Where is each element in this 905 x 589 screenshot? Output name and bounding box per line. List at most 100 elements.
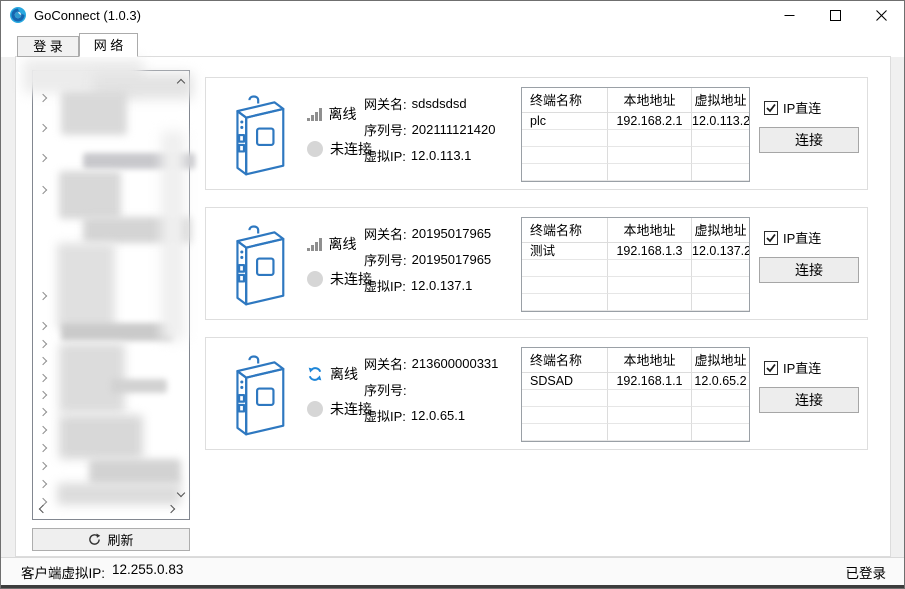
chevron-down-icon: [177, 489, 185, 497]
table-row[interactable]: plc 192.168.2.1 12.0.113.2: [522, 113, 749, 130]
redacted-blob: [61, 91, 127, 135]
table-row-empty: [522, 424, 749, 441]
redacted-blob: [89, 459, 181, 485]
connection-state-icon: [307, 141, 323, 157]
serial-value: 20195017965: [412, 252, 492, 267]
tree-expand-icon[interactable]: [39, 292, 47, 300]
col-terminal-name: 终端名称: [522, 218, 608, 243]
redacted-blob: [161, 131, 185, 341]
status-label: 离线: [330, 364, 358, 384]
tree-expand-icon[interactable]: [39, 426, 47, 434]
tab-network[interactable]: 网 络: [79, 33, 138, 57]
cell-virtual-address: 12.0.65.2: [692, 373, 749, 390]
virtual-ip-label: 虚拟IP:: [364, 146, 406, 165]
gateway-device-icon: [220, 349, 292, 439]
table-row-empty: [522, 407, 749, 424]
table-row[interactable]: 测试 192.168.1.3 12.0.137.2: [522, 243, 749, 260]
close-icon: [876, 10, 887, 21]
gateway-name-label: 网关名:: [364, 94, 407, 113]
tree-expand-icon[interactable]: [39, 480, 47, 488]
virtual-ip-value: 12.0.65.1: [411, 408, 465, 423]
checkbox-checked-icon: [764, 231, 778, 245]
scroll-right-arrow[interactable]: [165, 503, 177, 515]
cell-terminal-name: SDSAD: [522, 373, 608, 390]
redacted-blob: [59, 343, 125, 413]
cell-local-address: 192.168.1.3: [608, 243, 692, 260]
table-row-empty: [522, 130, 749, 147]
gateway-tree[interactable]: [32, 70, 190, 520]
gateway-info: 网关名:20195017965 序列号:20195017965 虚拟IP:12.…: [364, 220, 491, 298]
gateway-card: 离线 未连接 网关名:213600000331 序列号: 虚拟IP:12.0.6…: [205, 337, 868, 450]
status-label: 离线: [329, 234, 357, 254]
tree-expand-icon[interactable]: [39, 391, 47, 399]
scroll-left-arrow[interactable]: [37, 503, 49, 515]
tree-expand-icon[interactable]: [39, 186, 47, 194]
gateway-card: 离线 未连接 网关名:sdsdsdsd 序列号:202111121420 虚拟I…: [205, 77, 868, 190]
connect-button[interactable]: 连接: [759, 257, 859, 283]
ip-direct-checkbox[interactable]: IP直连: [764, 358, 821, 377]
app-window: GoConnect (1.0.3) 登 录 网 络: [0, 0, 905, 589]
scroll-down-arrow[interactable]: [175, 487, 187, 499]
minimize-button[interactable]: [766, 1, 812, 29]
table-row-empty: [522, 260, 749, 277]
statusbar: 客户端虚拟IP: 12.255.0.83 已登录: [1, 557, 904, 585]
terminal-table: 终端名称 本地地址 虚拟地址 plc 192.168.2.1 12.0.113.…: [521, 87, 750, 182]
col-virtual-address: 虚拟地址: [692, 218, 749, 243]
col-local-address: 本地地址: [608, 348, 692, 373]
tab-login[interactable]: 登 录: [17, 36, 79, 57]
cell-local-address: 192.168.1.1: [608, 373, 692, 390]
col-virtual-address: 虚拟地址: [692, 88, 749, 113]
connect-button[interactable]: 连接: [759, 387, 859, 413]
sync-icon: [307, 366, 323, 382]
tree-expand-icon[interactable]: [39, 94, 47, 102]
table-header-row: 终端名称 本地地址 虚拟地址: [522, 88, 749, 113]
gateway-name-value: sdsdsdsd: [412, 96, 467, 111]
gateway-name-label: 网关名:: [364, 354, 407, 373]
scroll-up-arrow[interactable]: [175, 77, 187, 89]
tree-expand-icon[interactable]: [39, 462, 47, 470]
status-column: 离线 未连接: [307, 234, 372, 289]
table-header-row: 终端名称 本地地址 虚拟地址: [522, 348, 749, 373]
ip-direct-label: IP直连: [783, 228, 821, 247]
cell-terminal-name: 测试: [522, 243, 608, 260]
gateway-name-value: 213600000331: [412, 356, 499, 371]
gateway-name-label: 网关名:: [364, 224, 407, 243]
table-row[interactable]: SDSAD 192.168.1.1 12.0.65.2: [522, 373, 749, 390]
close-button[interactable]: [858, 1, 904, 29]
tree-expand-icon[interactable]: [39, 322, 47, 330]
gateway-card: 离线 未连接 网关名:20195017965 序列号:20195017965 虚…: [205, 207, 868, 320]
maximize-icon: [830, 10, 841, 21]
ip-direct-checkbox[interactable]: IP直连: [764, 228, 821, 247]
redacted-blob: [61, 323, 173, 341]
signal-bars-icon: [307, 108, 322, 121]
ip-direct-checkbox[interactable]: IP直连: [764, 98, 821, 117]
tree-expand-icon[interactable]: [39, 374, 47, 382]
refresh-button[interactable]: 刷新: [32, 528, 190, 551]
table-row-empty: [522, 164, 749, 181]
maximize-button[interactable]: [812, 1, 858, 29]
connection-state-icon: [307, 401, 323, 417]
virtual-ip-label: 虚拟IP:: [364, 276, 406, 295]
status-column: 离线 未连接: [307, 364, 372, 419]
status-column: 离线 未连接: [307, 104, 372, 159]
col-terminal-name: 终端名称: [522, 348, 608, 373]
tree-expand-icon[interactable]: [39, 154, 47, 162]
virtual-ip-value: 12.0.137.1: [411, 278, 472, 293]
tree-expand-icon[interactable]: [39, 124, 47, 132]
tree-expand-icon[interactable]: [39, 444, 47, 452]
gateway-device-icon: [220, 219, 292, 309]
network-tab-page: 刷新 离线: [15, 56, 891, 557]
tree-expand-icon[interactable]: [39, 408, 47, 416]
col-virtual-address: 虚拟地址: [692, 348, 749, 373]
virtual-ip-value: 12.0.113.1: [411, 148, 471, 163]
col-local-address: 本地地址: [608, 88, 692, 113]
col-local-address: 本地地址: [608, 218, 692, 243]
connect-button[interactable]: 连接: [759, 127, 859, 153]
tree-expand-icon[interactable]: [39, 357, 47, 365]
refresh-icon: [88, 533, 101, 546]
connection-state-icon: [307, 271, 323, 287]
chevron-right-icon: [167, 505, 175, 513]
tree-expand-icon[interactable]: [39, 340, 47, 348]
redacted-blob: [57, 483, 181, 505]
ip-direct-label: IP直连: [783, 98, 821, 117]
